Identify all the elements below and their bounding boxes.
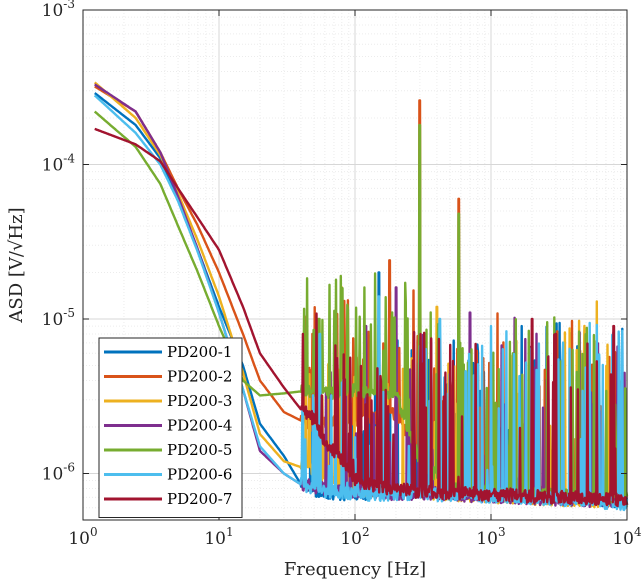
- x-tick-label: 104: [612, 525, 642, 549]
- x-tick-label: 103: [476, 525, 505, 549]
- legend-label: PD200-3: [167, 392, 232, 410]
- legend-label: PD200-5: [167, 441, 232, 459]
- x-tick-label: 101: [204, 525, 233, 549]
- y-tick-label: 10-6: [42, 460, 75, 484]
- x-axis-label: Frequency [Hz]: [284, 559, 426, 580]
- x-tick-label: 100: [68, 525, 97, 549]
- y-tick-label: 10-5: [42, 306, 75, 330]
- legend-label: PD200-6: [167, 466, 232, 484]
- x-tick-label: 102: [340, 525, 369, 549]
- legend-label: PD200-7: [167, 490, 232, 508]
- y-tick-label: 10-3: [42, 0, 75, 21]
- legend-label: PD200-2: [167, 368, 232, 386]
- asd-chart: 100 101 102 103 104 10-6 10-5 10-4 10-3 Frequenc…: [6, 0, 642, 580]
- legend: PD200-1 PD200-2 PD200-3 PD200-4 PD200-5 PD200…: [98, 337, 243, 518]
- legend-label: PD200-1: [167, 343, 232, 361]
- legend-label: PD200-4: [167, 417, 232, 435]
- y-tick-label: 10-4: [42, 151, 76, 175]
- y-axis-label: ASD [V/√Hz]: [6, 207, 27, 323]
